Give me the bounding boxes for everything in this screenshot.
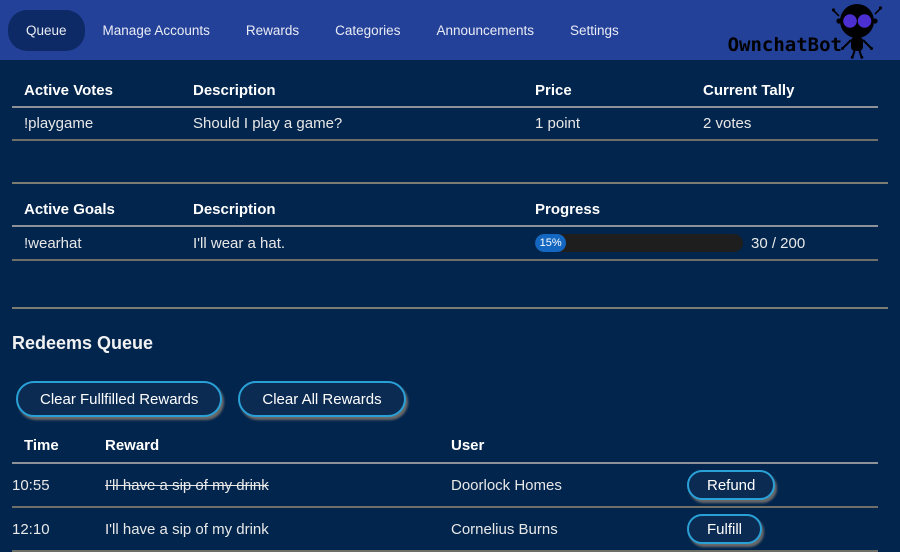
active-votes-table: Active Votes Description Price Current T… [12,82,878,141]
goals-header-description: Description [193,184,535,226]
redeems-header-row: Time Reward User [12,437,878,463]
goal-command: !wearhat [12,226,193,260]
vote-tally: 2 votes [703,107,878,140]
goal-progress-count: 30 / 200 [751,235,805,252]
robot-mascot-icon [830,1,884,64]
vote-command: !playgame [12,107,193,140]
refund-button[interactable]: Refund [687,470,775,500]
redeem-action-cell: Fulfill [687,507,878,551]
clear-all-rewards-button[interactable]: Clear All Rewards [238,381,405,417]
redeems-header-action [687,437,878,463]
section-divider [12,307,888,309]
votes-header-description: Description [193,82,535,107]
redeem-time: 12:10 [12,507,105,551]
redeems-header-reward: Reward [105,437,451,463]
nav-tab-announcements[interactable]: Announcements [418,10,552,51]
redeem-reward: I'll have a sip of my drink [105,463,451,507]
progress-bar-track: 15% [535,234,743,252]
vote-row: !playgame Should I play a game? 1 point … [12,107,878,140]
goal-row: !wearhat I'll wear a hat. 15% 30 / 200 [12,226,878,260]
progress-bar-fill: 15% [535,234,566,252]
goals-header-progress: Progress [535,184,878,226]
active-goals-table: Active Goals Description Progress !wearh… [12,184,878,261]
goals-header-row: Active Goals Description Progress [12,184,878,226]
clear-fulfilled-rewards-button[interactable]: Clear Fullfilled Rewards [16,381,222,417]
main-content: Active Votes Description Price Current T… [12,82,888,552]
app-logo-text: OwnchatBot [728,34,842,56]
votes-header-tally: Current Tally [703,82,878,107]
redeem-row: 12:10 I'll have a sip of my drink Cornel… [12,507,878,551]
goals-header-name: Active Goals [12,184,193,226]
redeems-queue-table: Time Reward User 10:55 I'll have a sip o… [12,437,878,552]
vote-price: 1 point [535,107,703,140]
nav-tab-categories[interactable]: Categories [317,10,418,51]
votes-header-price: Price [535,82,703,107]
nav-tab-manage-accounts[interactable]: Manage Accounts [85,10,228,51]
nav-tab-queue[interactable]: Queue [8,10,85,51]
redeem-user: Doorlock Homes [451,463,687,507]
votes-header-name: Active Votes [12,82,193,107]
nav-tab-settings[interactable]: Settings [552,10,637,51]
goal-description: I'll wear a hat. [193,226,535,260]
redeems-header-user: User [451,437,687,463]
redeem-row: 10:55 I'll have a sip of my drink Doorlo… [12,463,878,507]
redeem-user: Cornelius Burns [451,507,687,551]
fulfill-button[interactable]: Fulfill [687,514,762,544]
top-navbar: Queue Manage Accounts Rewards Categories… [0,0,900,60]
redeem-action-cell: Refund [687,463,878,507]
redeems-queue-title: Redeems Queue [12,333,888,354]
nav-tab-rewards[interactable]: Rewards [228,10,317,51]
vote-description: Should I play a game? [193,107,535,140]
redeem-reward: I'll have a sip of my drink [105,507,451,551]
redeem-time: 10:55 [12,463,105,507]
redeems-header-time: Time [12,437,105,463]
votes-header-row: Active Votes Description Price Current T… [12,82,878,107]
redeems-actions: Clear Fullfilled Rewards Clear All Rewar… [12,381,888,417]
goal-progress-cell: 15% 30 / 200 [535,226,878,260]
